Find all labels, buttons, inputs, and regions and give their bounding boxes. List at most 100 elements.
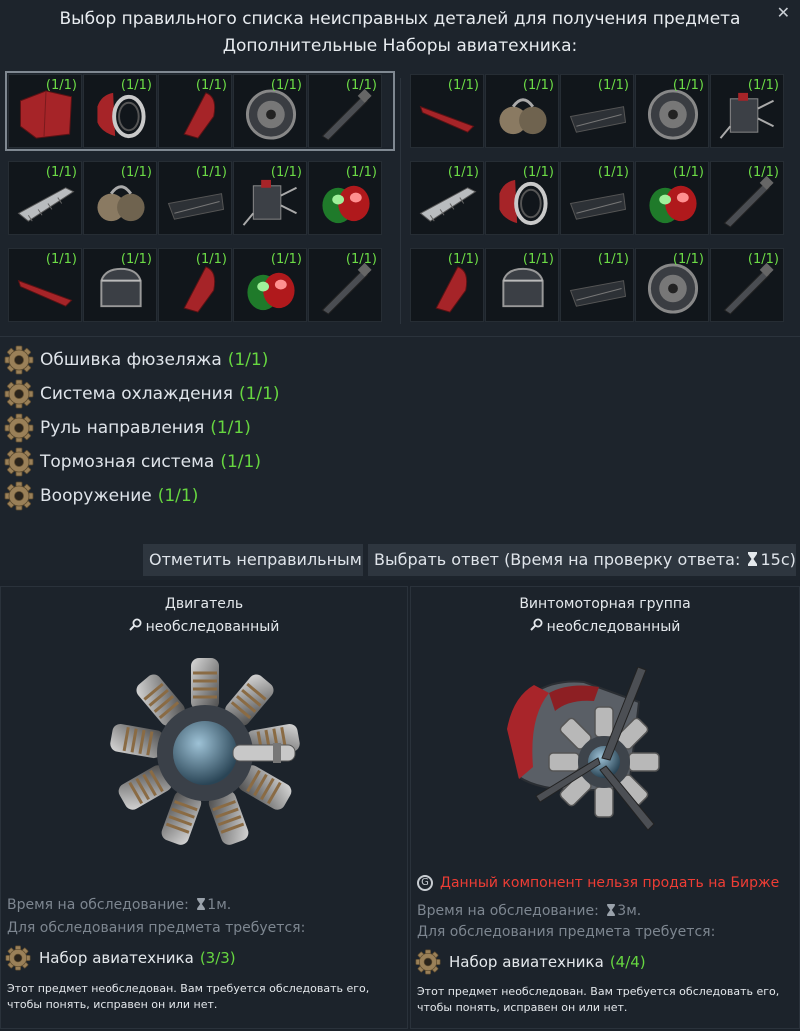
navigation-lights-icon [322,185,370,224]
gun-barrel-icon [321,262,372,315]
gear-icon [4,413,34,443]
airframe-spar-icon [167,193,225,220]
part-slot[interactable]: (1/1) [560,161,634,235]
part-slot[interactable]: (1/1) [308,161,382,235]
item-status: необследованный [1,618,407,635]
part-slot[interactable]: (1/1) [635,161,709,235]
set-row[interactable]: (1/1) (1/1) (1/1) (1/1) (1/1) [410,74,794,148]
airframe-spar-icon [569,193,627,220]
part-count: (1/1) [522,78,554,93]
choose-answer-time: 15с) [760,550,796,569]
requirement-count: (1/1) [227,350,269,370]
part-slot[interactable]: (1/1) [8,248,82,322]
requirement-label: Тормозная система [40,452,215,472]
item-name: Двигатель [164,596,244,612]
part-slot[interactable]: (1/1) [410,248,484,322]
set-row[interactable]: (1/1) (1/1) (1/1) (1/1) (1/1) [5,71,395,151]
part-slot[interactable]: (1/1) [410,74,484,148]
market-warning: G Данный компонент нельзя продать на Бир… [417,875,779,891]
brake-drum-icon [245,89,297,140]
part-count: (1/1) [45,78,77,93]
engine-image [110,658,300,845]
part-slot[interactable]: (1/1) [560,248,634,322]
part-slot[interactable]: (1/1) [710,248,784,322]
kit-requirement: Набор авиатехника (4/4) [415,949,646,975]
part-slot[interactable]: (1/1) [83,74,157,148]
airframe-spar-icon [569,106,627,133]
requirement-label: Система охлаждения [40,384,233,404]
set-row[interactable]: (1/1) (1/1) (1/1) (1/1) (1/1) [8,161,392,235]
gear-icon [415,949,441,975]
requirement-item: Руль направления (1/1) [4,411,280,445]
part-slot[interactable]: (1/1) [710,74,784,148]
choose-answer-button[interactable]: Выбрать ответ (Время на проверку ответа:… [368,544,796,576]
part-count: (1/1) [522,252,554,267]
part-slot[interactable]: (1/1) [560,74,634,148]
part-slot[interactable]: (1/1) [233,74,307,148]
dialog-title: Выбор правильного списка неисправных дет… [59,9,741,29]
cooling-unit-icon [502,267,544,308]
part-count: (1/1) [195,252,227,267]
part-count: (1/1) [672,252,704,267]
gun-barrel-icon [321,88,372,141]
part-slot[interactable]: (1/1) [485,74,559,148]
mark-wrong-button[interactable]: Отметить неправильным [143,544,363,576]
requirement-item: Вооружение (1/1) [4,479,280,513]
brake-drum-icon [647,89,699,140]
part-slot[interactable]: (1/1) [485,248,559,322]
airframe-spar-icon [569,280,627,307]
radiator-ring-icon [97,92,146,139]
part-count: (1/1) [120,165,152,180]
gear-icon [4,447,34,477]
part-slot[interactable]: (1/1) [635,248,709,322]
propeller-engine-image [507,667,660,831]
set-row[interactable]: (1/1) (1/1) (1/1) (1/1) (1/1) [8,248,392,322]
part-slot[interactable]: (1/1) [410,161,484,235]
part-slot[interactable]: (1/1) [158,161,232,235]
rudder-icon [183,92,216,139]
part-slot[interactable]: (1/1) [308,248,382,322]
item-note: Этот предмет необследован. Вам требуется… [7,982,370,1011]
magnifier-icon [128,618,142,631]
choose-answer-label: Выбрать ответ (Время на проверку ответа: [374,550,741,569]
part-count: (1/1) [597,252,629,267]
requirement-count: (1/1) [220,452,261,472]
kit-count: (3/3) [199,949,236,967]
part-slot[interactable]: (1/1) [485,161,559,235]
part-slot[interactable]: (1/1) [8,161,82,235]
requirement-label: Обшивка фюзеляжа [40,350,222,370]
part-slot[interactable]: (1/1) [710,161,784,235]
kit-label: Набор авиатехника [449,953,604,971]
part-slot[interactable]: (1/1) [158,74,232,148]
part-slot[interactable]: (1/1) [233,248,307,322]
requirement-label: Руль направления [40,418,205,438]
part-count: (1/1) [672,78,704,93]
close-icon[interactable]: ✕ [777,3,790,22]
set-row[interactable]: (1/1) (1/1) (1/1) (1/1) (1/1) [410,161,794,235]
part-slot[interactable]: (1/1) [233,161,307,235]
part-count: (1/1) [120,252,152,267]
gun-barrel-icon [723,175,774,228]
divider [400,78,401,324]
part-count: (1/1) [45,252,77,267]
item-status: необследованный [411,618,799,635]
part-slot[interactable]: (1/1) [158,248,232,322]
part-slot[interactable]: (1/1) [308,74,382,148]
part-count: (1/1) [747,252,779,267]
kit-requirement: Набор авиатехника (3/3) [5,945,236,971]
part-slot[interactable]: (1/1) [8,74,82,148]
hourglass-icon [607,904,616,916]
set-row[interactable]: (1/1) (1/1) (1/1) (1/1) (1/1) [410,248,794,322]
hydraulic-unit-icon [242,179,297,226]
part-slot[interactable]: (1/1) [83,161,157,235]
wing-panel-icon [419,105,475,133]
part-count: (1/1) [747,78,779,93]
part-count: (1/1) [270,165,302,180]
gear-icon [4,345,34,375]
inspect-time: Время на обследование: 1м. [7,897,232,913]
hourglass-icon [748,552,758,566]
rudder-icon [183,266,216,313]
part-slot[interactable]: (1/1) [635,74,709,148]
part-slot[interactable]: (1/1) [83,248,157,322]
wing-skin-icon [419,187,477,222]
